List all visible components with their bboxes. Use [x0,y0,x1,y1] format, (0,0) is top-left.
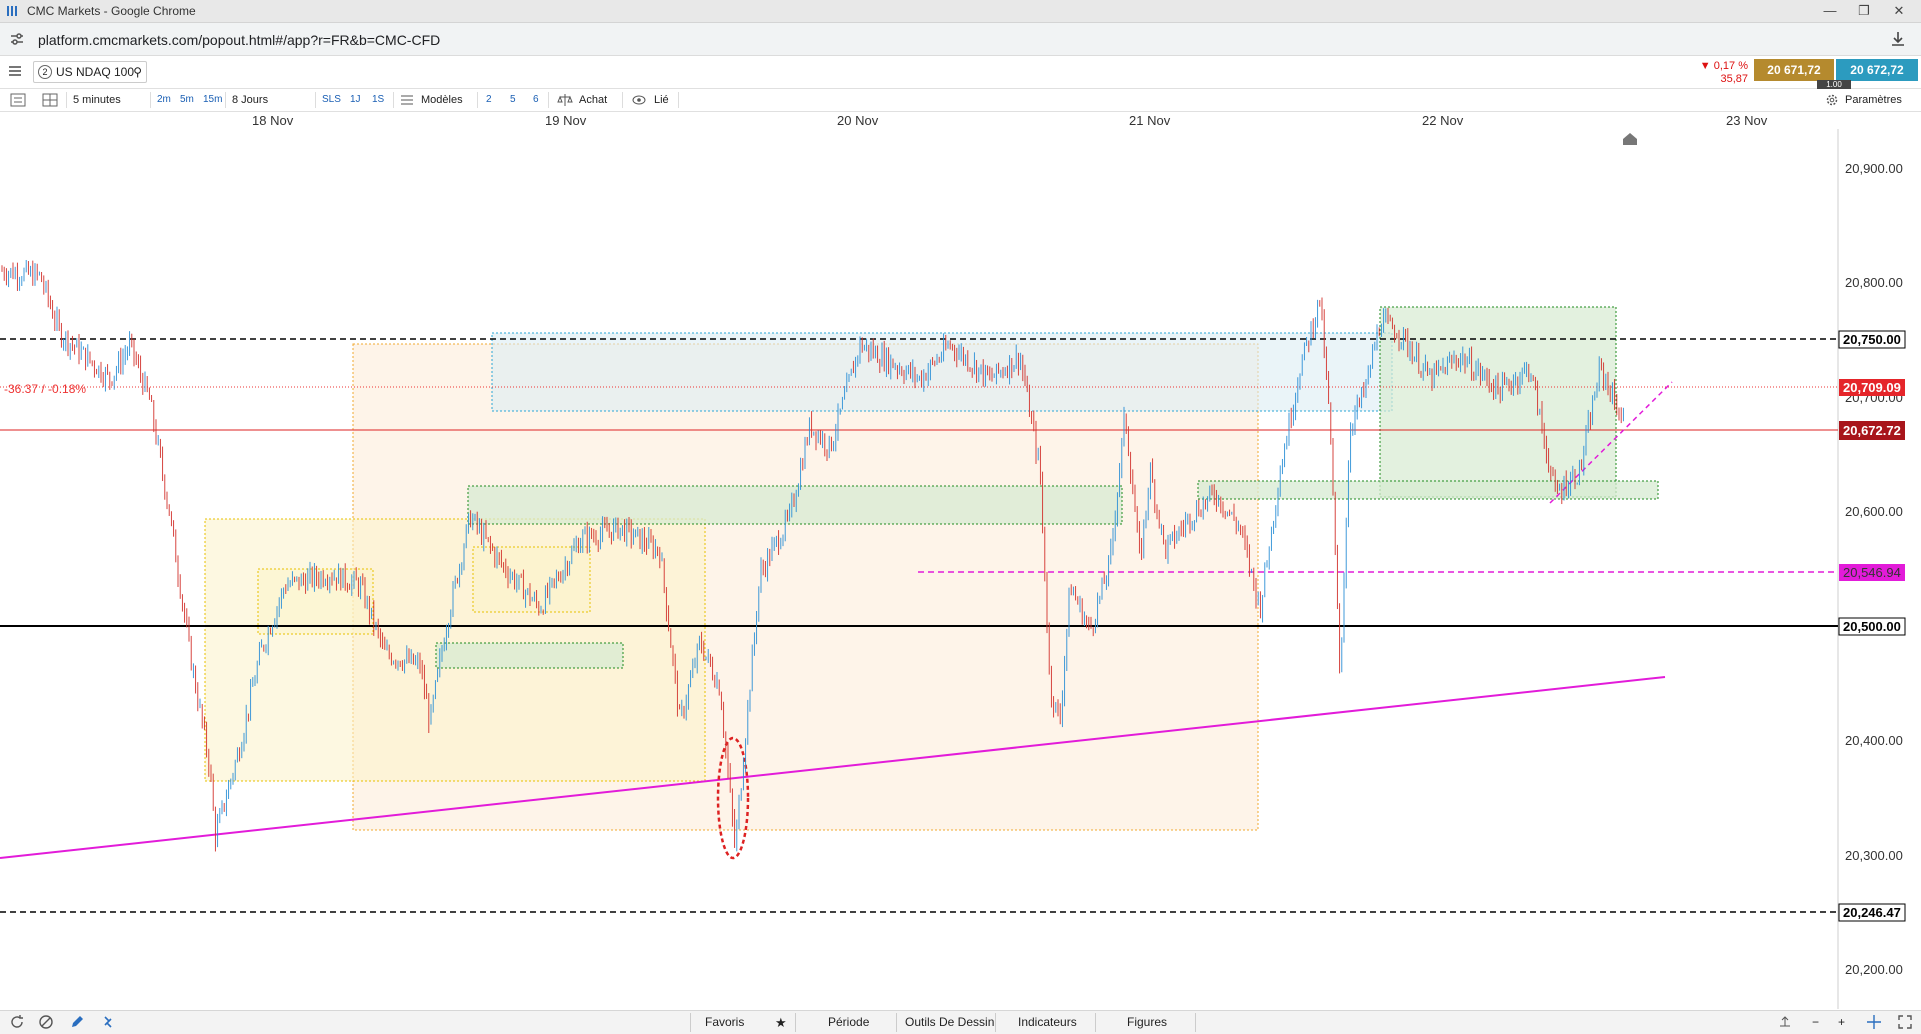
change-absolute: 35,87 [1720,73,1748,85]
buy-button[interactable]: Achat [579,92,607,108]
period-select[interactable]: 8 Jours [232,92,268,108]
instrument-symbol: US NDAQ 100 [56,65,135,79]
templates-icon[interactable] [400,92,414,108]
price-label-20709: 20,709.09 [1843,380,1901,395]
magnet-icon[interactable] [100,1014,116,1030]
auto-scale-icon[interactable] [1777,1014,1793,1030]
price-label-20246: 20,246.47 [1843,905,1901,920]
change-percent: ▼ 0,17 % [1699,60,1748,72]
price-label-20500: 20,500.00 [1843,619,1901,634]
hamburger-menu-icon[interactable] [9,66,21,76]
address-bar: platform.cmcmarkets.com/popout.html#/app… [0,23,1921,56]
interval-5m-button[interactable]: 5m [180,92,194,108]
interval-select[interactable]: 5 minutes [73,92,121,108]
refresh-icon[interactable] [9,1014,25,1030]
price-tick: 20,900.00 [1845,161,1903,176]
period-tab[interactable]: Période [828,1015,869,1029]
date-tick: 18 Nov [252,113,294,128]
date-tick: 20 Nov [837,113,879,128]
period-1j-button[interactable]: 1J [350,92,361,108]
pencil-icon[interactable] [69,1014,85,1030]
zoom-in-icon[interactable]: + [1838,1015,1845,1029]
templates-button[interactable]: Modèles [421,92,463,108]
bottom-toolbar: Favoris ★ Période Outils De Dessin Indic… [0,1010,1921,1034]
green-zone-small[interactable] [435,642,624,669]
date-tick: 19 Nov [545,113,587,128]
price-chart[interactable]: -36.37 / -0.18% 20,900.00 20,800.00 20,7… [0,129,1921,1009]
price-tick: 20,200.00 [1845,962,1903,977]
interval-15m-button[interactable]: 15m [203,92,222,108]
date-tick: 23 Nov [1726,113,1768,128]
drawing-tools-tab[interactable]: Outils De Dessin [905,1015,994,1029]
instrument-link-badge: 2 [38,65,52,79]
app-header: 2 US NDAQ 100 ⚲ ▼ 0,17 % 35,87 20 671,72… [0,56,1921,90]
crosshair-icon[interactable] [1866,1014,1882,1030]
date-tick: 22 Nov [1422,113,1464,128]
layout-5-button[interactable]: 5 [510,92,516,108]
download-icon[interactable] [1889,30,1907,48]
favorites-button[interactable]: Favoris [705,1015,744,1029]
period-sls-button[interactable]: SLS [322,92,341,108]
site-info-icon[interactable] [10,32,24,46]
price-tick: 20,600.00 [1845,504,1903,519]
cmc-app-icon [7,6,17,16]
date-axis: 18 Nov 19 Nov 20 Nov 21 Nov 22 Nov 23 No… [0,112,1840,129]
interval-2m-button[interactable]: 2m [157,92,171,108]
price-label-20750: 20,750.00 [1843,332,1901,347]
green-zone-mid[interactable] [467,485,1123,525]
settings-gear-icon[interactable] [1825,92,1839,108]
indicators-tab[interactable]: Indicateurs [1018,1015,1077,1029]
url-field[interactable]: platform.cmcmarkets.com/popout.html#/app… [38,32,440,48]
instrument-search[interactable]: 2 US NDAQ 100 ⚲ [33,61,147,83]
restore-button[interactable]: ❐ [1850,1,1878,21]
sell-price-button[interactable]: 20 671,72 [1754,59,1834,81]
change-annotation: -36.37 / -0.18% [4,382,86,396]
period-1s-button[interactable]: 1S [372,92,384,108]
window-titlebar: CMC Markets - Google Chrome — ❐ ✕ [0,0,1921,23]
chart-list-icon[interactable] [10,92,26,108]
price-tick: 20,800.00 [1845,275,1903,290]
price-tick: 20,300.00 [1845,848,1903,863]
zoom-out-icon[interactable]: − [1812,1015,1819,1029]
minimize-button[interactable]: — [1816,1,1844,21]
date-tick: 21 Nov [1129,113,1171,128]
fullscreen-icon[interactable] [1897,1014,1913,1030]
chart-toolbar: 5 minutes 2m 5m 15m 8 Jours SLS 1J 1S Mo… [0,89,1921,112]
price-label-20546: 20,546.94 [1843,565,1901,580]
green-zone-right-big[interactable] [1379,306,1617,498]
window-title: CMC Markets - Google Chrome [27,4,196,18]
layout-2-button[interactable]: 2 [486,92,492,108]
price-label-current: 20,672.72 [1843,423,1901,438]
buy-scale-icon[interactable] [557,92,573,108]
star-icon[interactable]: ★ [775,1015,787,1031]
cancel-icon[interactable] [38,1014,54,1030]
green-zone-right-strip[interactable] [1197,480,1659,500]
search-icon[interactable]: ⚲ [133,65,142,79]
close-button[interactable]: ✕ [1885,1,1913,21]
yellow-zone-inner-2[interactable] [472,546,591,613]
layout-6-button[interactable]: 6 [533,92,539,108]
blue-zone[interactable] [491,332,1393,412]
linked-button[interactable]: Lié [654,92,669,108]
link-eye-icon[interactable] [631,92,647,108]
price-tick: 20,400.00 [1845,733,1903,748]
layout-grid-icon[interactable] [42,92,58,108]
figures-tab[interactable]: Figures [1127,1015,1167,1029]
buy-price-button[interactable]: 20 672,72 [1836,59,1918,81]
settings-button[interactable]: Paramètres [1845,92,1902,108]
